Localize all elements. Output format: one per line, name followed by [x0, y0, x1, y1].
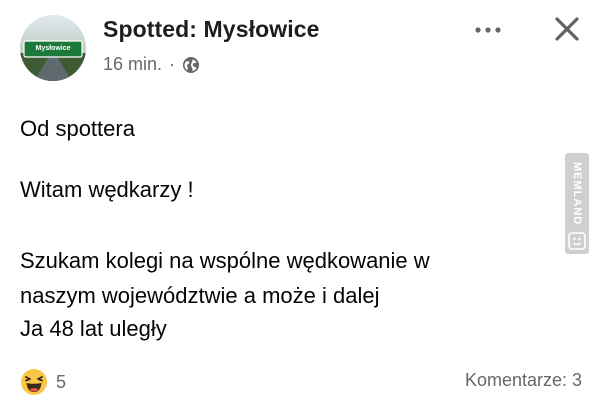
- post-text-line: naszym województwie a może i dalej: [20, 283, 380, 308]
- post-text-line: Od spottera: [20, 116, 135, 141]
- post-meta: 16 min. ·: [103, 54, 200, 75]
- page-name[interactable]: Spotted: Mysłowice: [103, 16, 320, 43]
- reaction-count: 5: [56, 371, 67, 392]
- post-text-line: Szukam kolegi na wspólne wędkowanie w: [20, 248, 430, 273]
- close-button[interactable]: [554, 16, 580, 42]
- globe-icon[interactable]: [182, 56, 200, 74]
- more-horizontal-icon: [475, 27, 501, 33]
- comments-count-link[interactable]: Komentarze: 3: [465, 370, 582, 391]
- meta-separator: ·: [169, 54, 176, 74]
- close-icon: [555, 17, 579, 41]
- post-text-line: Witam wędkarzy !: [20, 177, 194, 202]
- reaction-summary[interactable]: 5: [20, 368, 66, 396]
- page-avatar[interactable]: Mysłowice: [20, 15, 86, 81]
- haha-emoji-icon: [21, 369, 47, 395]
- memland-watermark: MEMLAND: [565, 153, 589, 254]
- post-timestamp[interactable]: 16 min.: [103, 54, 162, 75]
- smiley-icon: [568, 232, 586, 250]
- more-options-button[interactable]: [470, 20, 506, 40]
- avatar-sign-text: Mysłowice: [35, 45, 71, 52]
- post-text-line: Ja 48 lat uległy: [20, 316, 167, 341]
- watermark-text: MEMLAND: [571, 162, 583, 226]
